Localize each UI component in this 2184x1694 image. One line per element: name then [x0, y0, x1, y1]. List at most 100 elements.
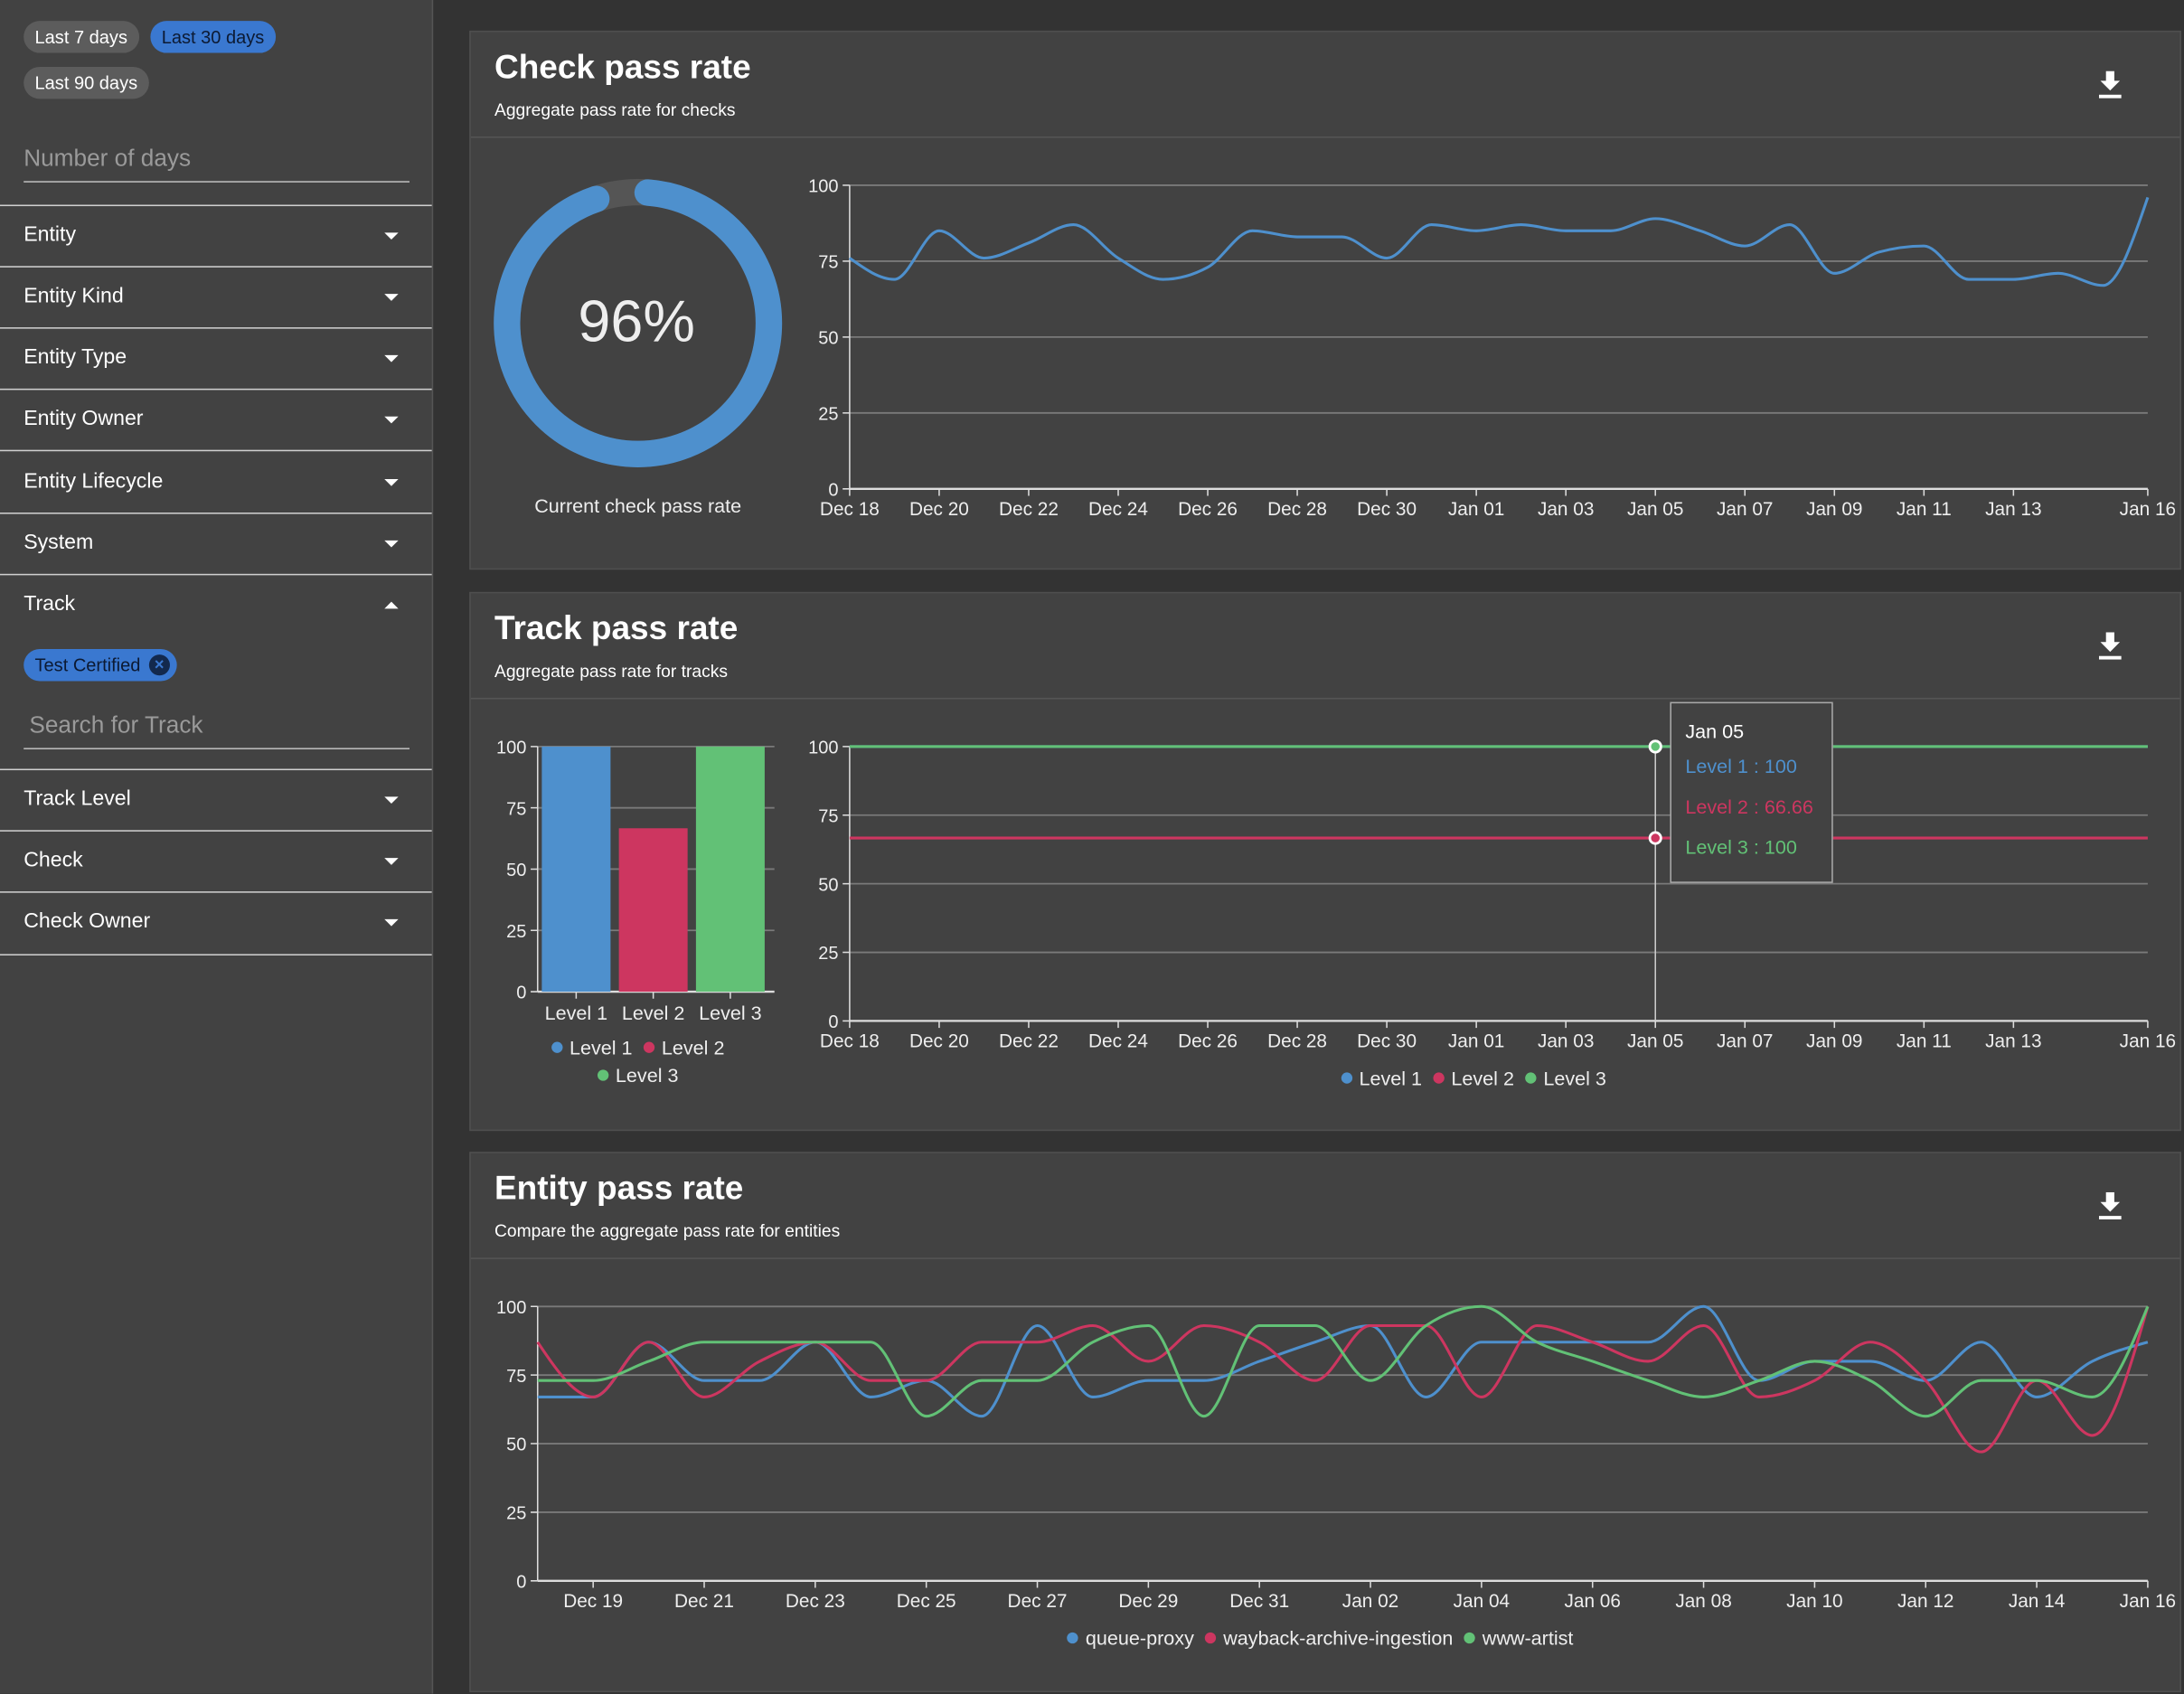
- filter-system[interactable]: System: [0, 513, 432, 574]
- track-pass-rate-card: Track pass rate Aggregate pass rate for …: [469, 591, 2181, 1132]
- entity-pass-rate-card: Entity pass rate Compare the aggregate p…: [469, 1152, 2181, 1693]
- y-tick-label: 25: [818, 944, 838, 964]
- x-tick-label: Jan 03: [1538, 1031, 1594, 1052]
- hover-point: [1648, 831, 1662, 845]
- filter-label: Entity Type: [24, 345, 127, 370]
- tooltip-date: Jan 05: [1685, 720, 1745, 743]
- selected-track-chip: Test Certified ×: [24, 649, 177, 682]
- legend-item[interactable]: www-artist: [1464, 1627, 1573, 1649]
- x-tick-label: Dec 28: [1267, 499, 1327, 520]
- chevron-down-icon: [384, 354, 399, 362]
- x-tick-label: Jan 16: [2120, 1031, 2176, 1052]
- x-tick-label: Jan 16: [2120, 499, 2176, 520]
- filter-entity-type[interactable]: Entity Type: [0, 327, 432, 389]
- x-tick-label: Jan 05: [1627, 499, 1683, 520]
- legend-label: queue-proxy: [1085, 1626, 1194, 1650]
- x-tick-label: Jan 08: [1675, 1591, 1731, 1612]
- y-tick-label: 75: [818, 253, 838, 273]
- range-chip-30-days[interactable]: Last 30 days: [150, 21, 276, 53]
- filter-label: Track: [24, 591, 76, 616]
- chevron-down-icon: [384, 232, 399, 240]
- y-tick-label: 100: [496, 1298, 526, 1318]
- y-tick-label: 0: [516, 1573, 526, 1593]
- x-tick-label: Jan 16: [2120, 1591, 2176, 1612]
- chevron-up-icon: [384, 601, 399, 609]
- filter-entity-lifecycle[interactable]: Entity Lifecycle: [0, 451, 432, 513]
- entity-legend: queue-proxy wayback-archive-ingestion ww…: [889, 1626, 1752, 1650]
- x-tick-label: Dec 24: [1088, 1031, 1148, 1052]
- x-tick-label: Dec 31: [1229, 1591, 1289, 1612]
- tooltip-row: Level 2 : 66.66: [1685, 795, 1813, 818]
- x-tick-label: Jan 03: [1538, 499, 1594, 520]
- legend-label: Level 3: [1543, 1067, 1606, 1089]
- x-tick-label: Jan 11: [1897, 499, 1952, 520]
- y-tick-label: 100: [808, 177, 838, 197]
- range-chip-90-days[interactable]: Last 90 days: [24, 66, 149, 99]
- filter-label: Entity Owner: [24, 406, 144, 431]
- x-tick-label: Jan 07: [1717, 1031, 1773, 1052]
- x-tick-label: Dec 18: [820, 499, 880, 520]
- x-tick-label: Dec 27: [1008, 1591, 1068, 1612]
- entity-line-chart: 0 25 50 75 100 Dec 19 Dec 21 Dec 23 Dec 25 Dec 27…: [496, 1298, 2176, 1612]
- y-tick-label: 50: [818, 329, 838, 349]
- filter-entity-owner[interactable]: Entity Owner: [0, 389, 432, 450]
- x-tick-label: Jan 11: [1897, 1031, 1952, 1052]
- y-tick-label: 50: [818, 875, 838, 895]
- filter-track[interactable]: Track: [0, 574, 432, 635]
- chevron-down-icon: [384, 294, 399, 301]
- x-tick-label: Dec 29: [1118, 1591, 1178, 1612]
- app: Last 7 days Last 30 days Last 90 days Nu…: [0, 0, 2184, 1694]
- legend-dot: [1205, 1632, 1217, 1644]
- check-pass-rate-card: Check pass rate Aggregate pass rate for …: [469, 30, 2181, 570]
- x-tick-label: Jan 05: [1627, 1031, 1683, 1052]
- legend-item[interactable]: queue-proxy: [1067, 1626, 1194, 1650]
- remove-chip-icon[interactable]: ×: [148, 654, 170, 676]
- filter-track-level[interactable]: Track Level: [0, 769, 432, 831]
- x-tick-label: Jan 10: [1786, 1591, 1842, 1612]
- legend-dot: [1464, 1632, 1476, 1644]
- chart-tooltip: Jan 05 Level 1 : 100 Level 2 : 66.66 Lev…: [1670, 701, 1833, 883]
- x-tick-label: Dec 18: [820, 1031, 880, 1052]
- legend-item[interactable]: wayback-archive-ingestion: [1205, 1627, 1453, 1649]
- selected-track-label: Test Certified: [34, 654, 141, 676]
- track-line-chart: 0 25 50 75 100 Dec 18 Dec 20 Dec 22 Dec 24 Dec 26…: [808, 739, 2176, 1052]
- y-tick-label: 0: [828, 1012, 838, 1032]
- legend-item[interactable]: Level 2: [1433, 1067, 1514, 1089]
- filter-label: Entity Kind: [24, 284, 124, 308]
- chevron-down-icon: [384, 479, 399, 486]
- x-tick-label: Dec 25: [897, 1591, 956, 1612]
- filter-check[interactable]: Check: [0, 830, 432, 891]
- x-tick-label: Jan 01: [1448, 1031, 1504, 1052]
- legend-dot: [1433, 1072, 1445, 1084]
- legend-item[interactable]: Level 3: [1525, 1067, 1606, 1089]
- hover-point: [1648, 739, 1662, 754]
- x-tick-label: Jan 09: [1806, 499, 1862, 520]
- divider: [0, 954, 432, 955]
- track-search-input[interactable]: Search for Track: [24, 711, 410, 749]
- filter-label: Track Level: [24, 786, 131, 811]
- x-tick-label: Dec 26: [1178, 499, 1238, 520]
- filter-check-owner[interactable]: Check Owner: [0, 891, 432, 953]
- x-tick-label: Dec 20: [909, 499, 969, 520]
- filter-entity-kind[interactable]: Entity Kind: [0, 266, 432, 327]
- range-chip-7-days[interactable]: Last 7 days: [24, 21, 139, 53]
- x-tick-label: Dec 22: [999, 1031, 1059, 1052]
- number-of-days-input[interactable]: Number of days: [24, 145, 410, 183]
- y-tick-label: 100: [808, 739, 838, 758]
- filter-entity[interactable]: Entity: [0, 204, 432, 266]
- filter-label: System: [24, 531, 94, 555]
- x-tick-label: Jan 04: [1454, 1591, 1510, 1612]
- legend-item[interactable]: Level 1: [1341, 1067, 1422, 1089]
- y-tick-label: 75: [506, 1367, 526, 1387]
- filter-label: Check Owner: [24, 909, 151, 934]
- x-tick-label: Jan 13: [1985, 1031, 2041, 1052]
- x-tick-label: Jan 07: [1717, 499, 1773, 520]
- x-tick-label: Dec 19: [563, 1591, 623, 1612]
- x-tick-label: Dec 26: [1178, 1031, 1238, 1052]
- series-line-pass-rate: [848, 196, 2150, 287]
- filter-label: Check: [24, 848, 83, 872]
- x-tick-label: Dec 20: [909, 1031, 969, 1052]
- series-line-wayback-archive-ingestion: [536, 1305, 2150, 1454]
- x-tick-label: Jan 06: [1564, 1591, 1620, 1612]
- y-tick-label: 25: [818, 405, 838, 425]
